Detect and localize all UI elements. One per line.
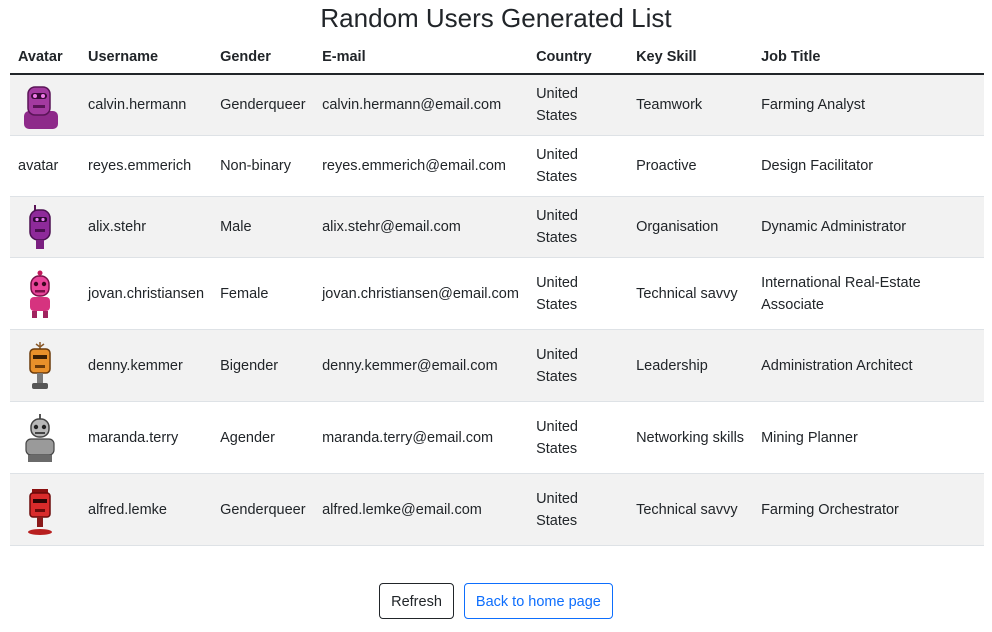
header-gender: Gender [212, 40, 315, 75]
country-cell: United States [528, 473, 629, 546]
job-title-cell: Design Facilitator [753, 135, 984, 197]
country-cell: United States [528, 401, 629, 474]
country-cell: United States [528, 329, 629, 402]
robot-avatar-red [28, 488, 52, 535]
username-cell: jovan.christiansen [80, 257, 213, 330]
robot-avatar-gray [25, 413, 55, 462]
key-skill-cell: Teamwork [628, 74, 754, 136]
action-buttons: Refresh Back to home page [0, 583, 992, 619]
job-title-cell: International Real-Estate Associate [753, 257, 984, 330]
table-row: calvin.hermann Genderqueer calvin.herman… [10, 74, 984, 136]
key-skill-cell: Technical savvy [628, 473, 754, 546]
gender-cell: Female [212, 257, 315, 330]
avatar-cell [10, 329, 80, 402]
email-cell: reyes.emmerich@email.com [314, 135, 529, 197]
username-cell: calvin.hermann [80, 74, 213, 136]
country-cell: United States [528, 257, 629, 330]
table-header: Avatar Username Gender E-mail Country Ke… [10, 40, 984, 75]
table-row: jovan.christiansen Female jovan.christia… [10, 257, 984, 330]
avatar-cell [10, 473, 80, 546]
header-country: Country [528, 40, 629, 75]
key-skill-cell: Technical savvy [628, 257, 754, 330]
email-cell: jovan.christiansen@email.com [314, 257, 529, 330]
refresh-button[interactable]: Refresh [379, 583, 454, 619]
email-cell: calvin.hermann@email.com [314, 74, 529, 136]
job-title-cell: Mining Planner [753, 401, 984, 474]
avatar-alt-text: avatar [18, 158, 59, 174]
gender-cell: Non-binary [212, 135, 315, 197]
table-row: avatar reyes.emmerich Non-binary reyes.e… [10, 135, 984, 197]
email-cell: denny.kemmer@email.com [314, 329, 529, 402]
gender-cell: Agender [212, 401, 315, 474]
header-email: E-mail [314, 40, 529, 75]
username-cell: alfred.lemke [80, 473, 213, 546]
back-to-home-button[interactable]: Back to home page [463, 583, 613, 619]
key-skill-cell: Networking skills [628, 401, 754, 474]
gender-cell: Male [212, 196, 315, 258]
gender-cell: Genderqueer [212, 473, 315, 546]
robot-avatar-purple [24, 86, 58, 129]
username-cell: alix.stehr [80, 196, 213, 258]
email-cell: alfred.lemke@email.com [314, 473, 529, 546]
page-title: Random Users Generated List [320, 3, 672, 33]
key-skill-cell: Proactive [628, 135, 754, 197]
key-skill-cell: Leadership [628, 329, 754, 402]
table-row: maranda.terry Agender maranda.terry@emai… [10, 401, 984, 474]
table-row: alfred.lemke Genderqueer alfred.lemke@em… [10, 473, 984, 546]
table-row: denny.kemmer Bigender denny.kemmer@email… [10, 329, 984, 402]
gender-cell: Bigender [212, 329, 315, 402]
users-table: Avatar Username Gender E-mail Country Ke… [10, 40, 984, 546]
robot-avatar-violet [29, 205, 51, 249]
table-row: alix.stehr Male alix.stehr@email.com Uni… [10, 196, 984, 258]
header-job-title: Job Title [753, 40, 984, 75]
avatar-cell [10, 401, 80, 474]
job-title-cell: Dynamic Administrator [753, 196, 984, 258]
job-title-cell: Farming Orchestrator [753, 473, 984, 546]
gender-cell: Genderqueer [212, 74, 315, 136]
job-title-cell: Farming Analyst [753, 74, 984, 136]
job-title-cell: Administration Architect [753, 329, 984, 402]
email-cell: alix.stehr@email.com [314, 196, 529, 258]
username-cell: reyes.emmerich [80, 135, 213, 197]
header-username: Username [80, 40, 213, 75]
country-cell: United States [528, 74, 629, 136]
username-cell: maranda.terry [80, 401, 213, 474]
robot-avatar-orange [29, 341, 51, 389]
key-skill-cell: Organisation [628, 196, 754, 258]
robot-avatar-pink [30, 270, 50, 318]
avatar-cell [10, 196, 80, 258]
avatar-cell: avatar [10, 135, 80, 197]
header-key-skill: Key Skill [628, 40, 754, 75]
country-cell: United States [528, 196, 629, 258]
username-cell: denny.kemmer [80, 329, 213, 402]
country-cell: United States [528, 135, 629, 197]
header-avatar: Avatar [10, 40, 80, 75]
table-body: calvin.hermann Genderqueer calvin.herman… [10, 74, 984, 546]
avatar-cell [10, 257, 80, 330]
table-header-row: Avatar Username Gender E-mail Country Ke… [10, 40, 984, 75]
avatar-cell [10, 74, 80, 136]
email-cell: maranda.terry@email.com [314, 401, 529, 474]
